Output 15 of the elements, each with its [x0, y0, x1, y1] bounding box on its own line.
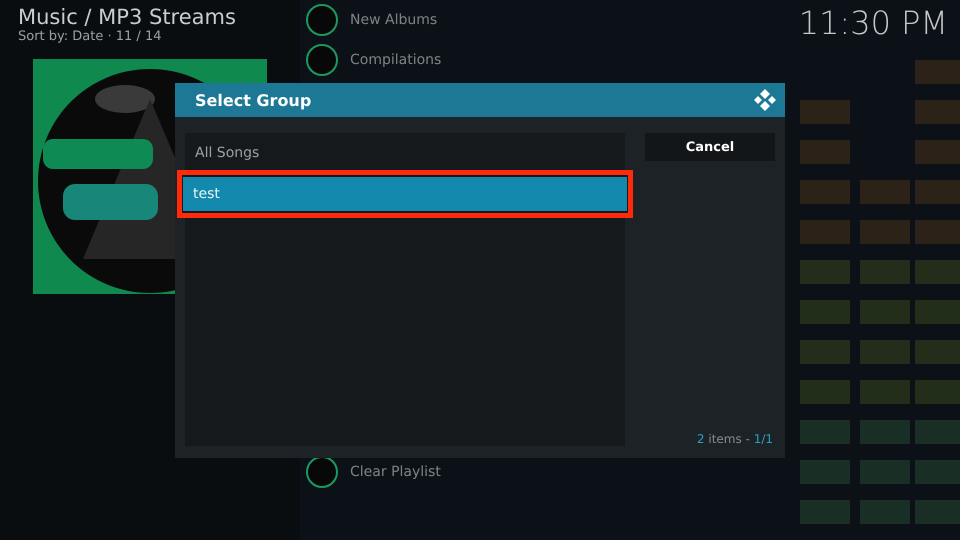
menu-item[interactable]: Clear Playlist	[350, 464, 441, 480]
list-item[interactable]: test	[183, 177, 627, 211]
cancel-button[interactable]: Cancel	[645, 133, 775, 161]
thumbnail-icon	[306, 44, 338, 76]
clock: 11:30 PM	[798, 4, 948, 42]
logo-icon	[753, 88, 777, 112]
menu-item[interactable]: New Albums	[350, 12, 438, 28]
item-count: 2 items - 1/1	[696, 432, 774, 446]
thumbnail-icon	[306, 4, 338, 36]
dialog-title: Select Group	[195, 90, 312, 110]
breadcrumb-title: Music / MP3 Streams	[18, 5, 237, 29]
menu-item[interactable]: Compilations	[350, 52, 442, 68]
list-item[interactable]: All Songs	[185, 136, 625, 170]
thumbnail-icon	[306, 456, 338, 488]
sort-info: Sort by: Date · 11 / 14	[18, 29, 162, 45]
